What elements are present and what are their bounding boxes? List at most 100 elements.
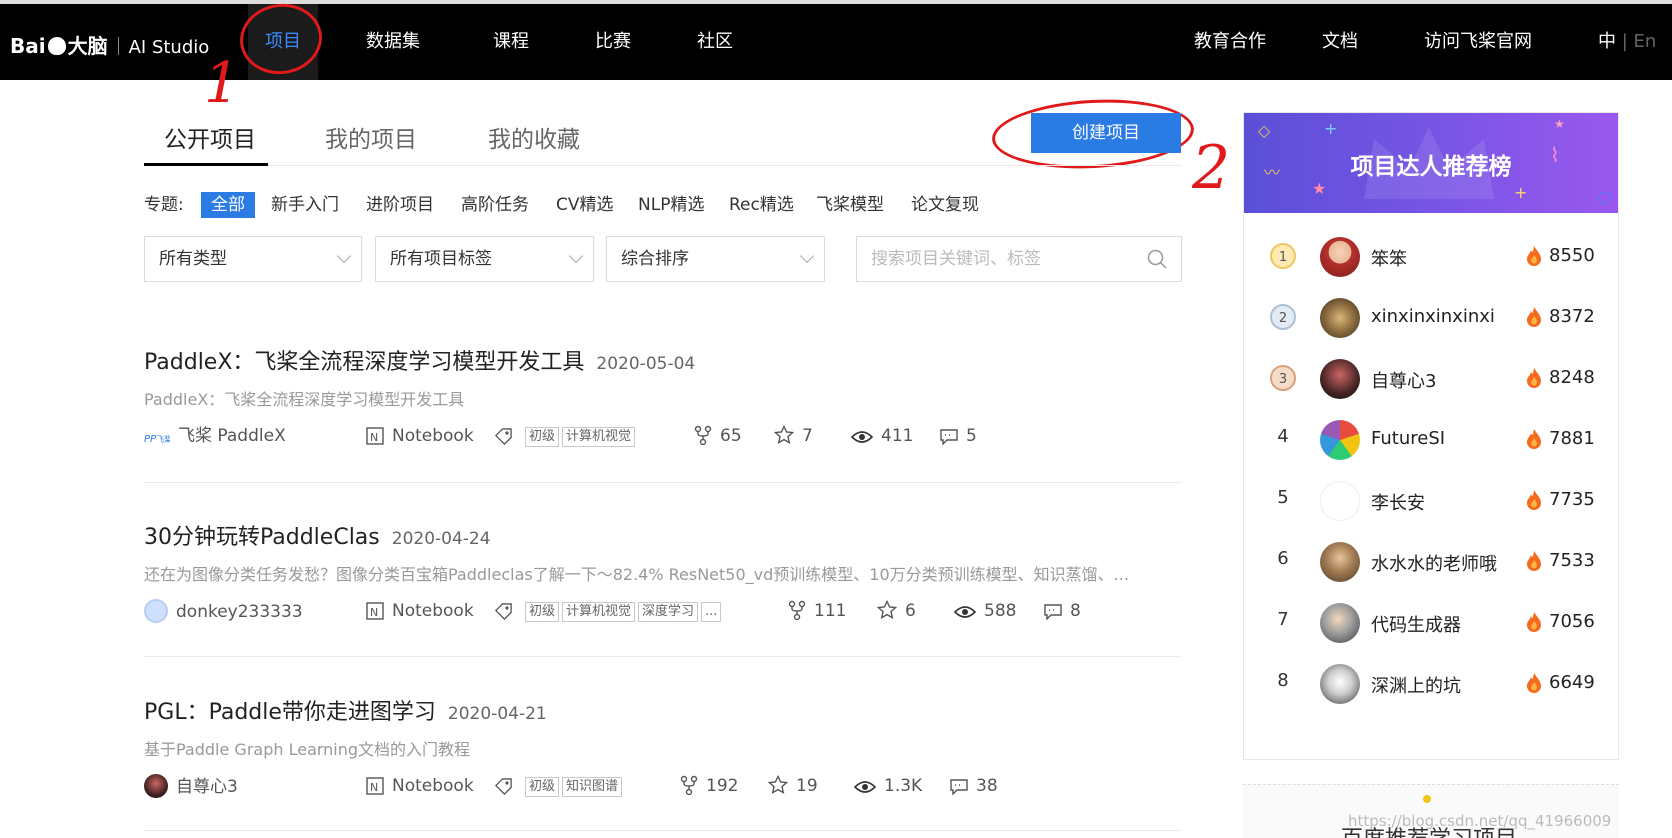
comment-count: 8: [1070, 601, 1081, 621]
project-title[interactable]: 30分钟玩转PaddleClas 2020-04-24: [144, 519, 491, 551]
project-card[interactable]: PaddleX：飞桨全流程深度学习模型开发工具 2020-05-04 Paddle…: [144, 344, 1182, 454]
topic-all[interactable]: 全部: [201, 192, 255, 218]
leaderboard-row[interactable]: 4 FutureSI 7881: [1244, 416, 1618, 462]
tag-chip[interactable]: 初级: [525, 427, 560, 447]
leaderboard-score: 7881: [1549, 428, 1595, 449]
type-select-value: 所有类型: [159, 249, 227, 269]
create-project-button[interactable]: 创建项目: [1031, 113, 1181, 153]
fork-count: 65: [720, 426, 742, 446]
search-icon[interactable]: [1147, 249, 1167, 269]
nav-item-paddle-site[interactable]: 访问飞桨官网: [1418, 4, 1538, 80]
baidu-ai-studio-logo[interactable]: Bai 大脑 AI Studio: [10, 30, 209, 59]
topic-advanced[interactable]: 进阶项目: [366, 192, 434, 218]
search-input[interactable]: [857, 237, 1127, 281]
tag-chip[interactable]: 知识图谱: [562, 777, 623, 797]
more-tags-chip[interactable]: ...: [701, 602, 722, 622]
leaderboard-row[interactable]: 3 自尊心3 8248: [1244, 355, 1618, 401]
nav-item-docs[interactable]: 文档: [1312, 4, 1368, 80]
project-author-name[interactable]: 自尊心3: [176, 777, 238, 797]
topic-rec[interactable]: Rec精选: [729, 192, 794, 218]
tag-select-value: 所有项目标签: [390, 249, 492, 269]
flame-icon: [1527, 612, 1541, 632]
tag-chip[interactable]: 初级: [525, 777, 560, 797]
nav-item-education[interactable]: 教育合作: [1180, 4, 1280, 80]
leaderboard-name[interactable]: 代码生成器: [1371, 611, 1461, 637]
project-type-label: Notebook: [392, 426, 474, 446]
leaderboard-rank: 4: [1277, 426, 1289, 447]
leaderboard-name[interactable]: 水水水的老师哦: [1371, 550, 1497, 576]
lang-zh[interactable]: 中: [1598, 31, 1616, 52]
sort-select[interactable]: 综合排序: [606, 236, 825, 282]
project-tags: 初级 知识图谱: [494, 774, 623, 798]
language-switch[interactable]: 中 | En: [1598, 4, 1656, 80]
tag-chip[interactable]: 计算机视觉: [562, 602, 636, 622]
project-author-name[interactable]: donkey233333: [176, 602, 303, 622]
nav-item-competitions[interactable]: 比赛: [578, 4, 648, 80]
list-divider: [144, 482, 1182, 483]
project-stars[interactable]: 6: [876, 599, 916, 623]
comment-icon: [1044, 604, 1062, 621]
topic-paper-reproduction[interactable]: 论文复现: [911, 192, 979, 218]
tag-chip[interactable]: 深度学习: [638, 602, 699, 622]
type-select[interactable]: 所有类型: [144, 236, 362, 282]
tag-icon: [494, 603, 512, 621]
project-comments[interactable]: 8: [1044, 599, 1081, 623]
tab-public-projects[interactable]: 公开项目: [144, 120, 268, 166]
project-forks: 192: [680, 774, 738, 798]
project-stars[interactable]: 19: [767, 774, 818, 798]
star-count: 19: [796, 776, 818, 796]
leaderboard-row[interactable]: 1 笨笨 8550: [1244, 233, 1618, 279]
project-title-text[interactable]: 30分钟玩转PaddleClas: [144, 525, 380, 550]
project-author[interactable]: 自尊心3: [144, 774, 238, 799]
project-author[interactable]: PP 飞桨 飞桨 PaddleX: [144, 424, 286, 448]
project-comments[interactable]: 38: [950, 774, 998, 798]
chevron-down-icon: [336, 248, 352, 264]
topic-beginner[interactable]: 新手入门: [271, 192, 339, 218]
project-author-name[interactable]: 飞桨 PaddleX: [178, 426, 286, 446]
leaderboard-name[interactable]: 自尊心3: [1371, 367, 1436, 393]
nav-item-courses[interactable]: 课程: [476, 4, 546, 80]
nav-item-community[interactable]: 社区: [680, 4, 750, 80]
project-desc: 基于Paddle Graph Learning文档的入门教程: [144, 740, 471, 759]
flame-icon: [1527, 551, 1541, 571]
leaderboard-row[interactable]: 6 水水水的老师哦 7533: [1244, 538, 1618, 584]
nav-item-datasets[interactable]: 数据集: [358, 4, 428, 80]
project-comments[interactable]: 5: [940, 424, 977, 448]
project-stars[interactable]: 7: [773, 424, 813, 448]
tag-chip[interactable]: 初级: [525, 602, 560, 622]
topic-cv[interactable]: CV精选: [556, 192, 614, 218]
project-title[interactable]: PGL：Paddle带你走进图学习 2020-04-21: [144, 694, 547, 726]
project-author[interactable]: donkey233333: [144, 599, 303, 624]
comment-icon: [940, 429, 958, 446]
leaderboard-row[interactable]: 2 xinxinxinxinxi 8372: [1244, 294, 1618, 340]
lang-en[interactable]: En: [1634, 31, 1657, 52]
tab-my-favorites[interactable]: 我的收藏: [488, 120, 580, 166]
leaderboard-row[interactable]: 8 深渊上的坑 6649: [1244, 660, 1618, 706]
leaderboard-name[interactable]: 李长安: [1371, 489, 1425, 515]
star-icon: [767, 774, 789, 794]
project-title-text[interactable]: PaddleX：飞桨全流程深度学习模型开发工具: [144, 350, 584, 375]
leaderboard-row[interactable]: 5 李长安 7735: [1244, 477, 1618, 523]
tag-icon: [494, 778, 512, 796]
paw-icon: [47, 37, 66, 55]
tag-chip[interactable]: 计算机视觉: [562, 427, 636, 447]
flame-icon: [1527, 673, 1541, 693]
project-card[interactable]: PGL：Paddle带你走进图学习 2020-04-21 基于Paddle Gra…: [144, 694, 1182, 804]
project-card[interactable]: 30分钟玩转PaddleClas 2020-04-24 还在为图像分类任务发愁？图…: [144, 519, 1182, 629]
tab-my-projects[interactable]: 我的项目: [325, 120, 417, 166]
leaderboard-name[interactable]: xinxinxinxinxi: [1371, 306, 1495, 327]
project-title-text[interactable]: PGL：Paddle带你走进图学习: [144, 700, 436, 725]
tag-select[interactable]: 所有项目标签: [375, 236, 594, 282]
leaderboard-name[interactable]: 笨笨: [1371, 245, 1407, 271]
project-title[interactable]: PaddleX：飞桨全流程深度学习模型开发工具 2020-05-04: [144, 344, 695, 376]
topic-paddle-models[interactable]: 飞桨模型: [816, 192, 884, 218]
flame-icon: [1527, 307, 1541, 327]
topic-expert[interactable]: 高阶任务: [461, 192, 529, 218]
project-desc: 还在为图像分类任务发愁？图像分类百宝箱Paddleclas了解一下～82.4% …: [144, 565, 1129, 584]
topic-nlp[interactable]: NLP精选: [638, 192, 704, 218]
leaderboard-row[interactable]: 7 代码生成器 7056: [1244, 599, 1618, 645]
leaderboard-rank: 8: [1277, 670, 1289, 691]
leaderboard-name[interactable]: FutureSI: [1371, 428, 1445, 449]
eye-icon: [953, 606, 977, 618]
leaderboard-name[interactable]: 深渊上的坑: [1371, 672, 1461, 698]
